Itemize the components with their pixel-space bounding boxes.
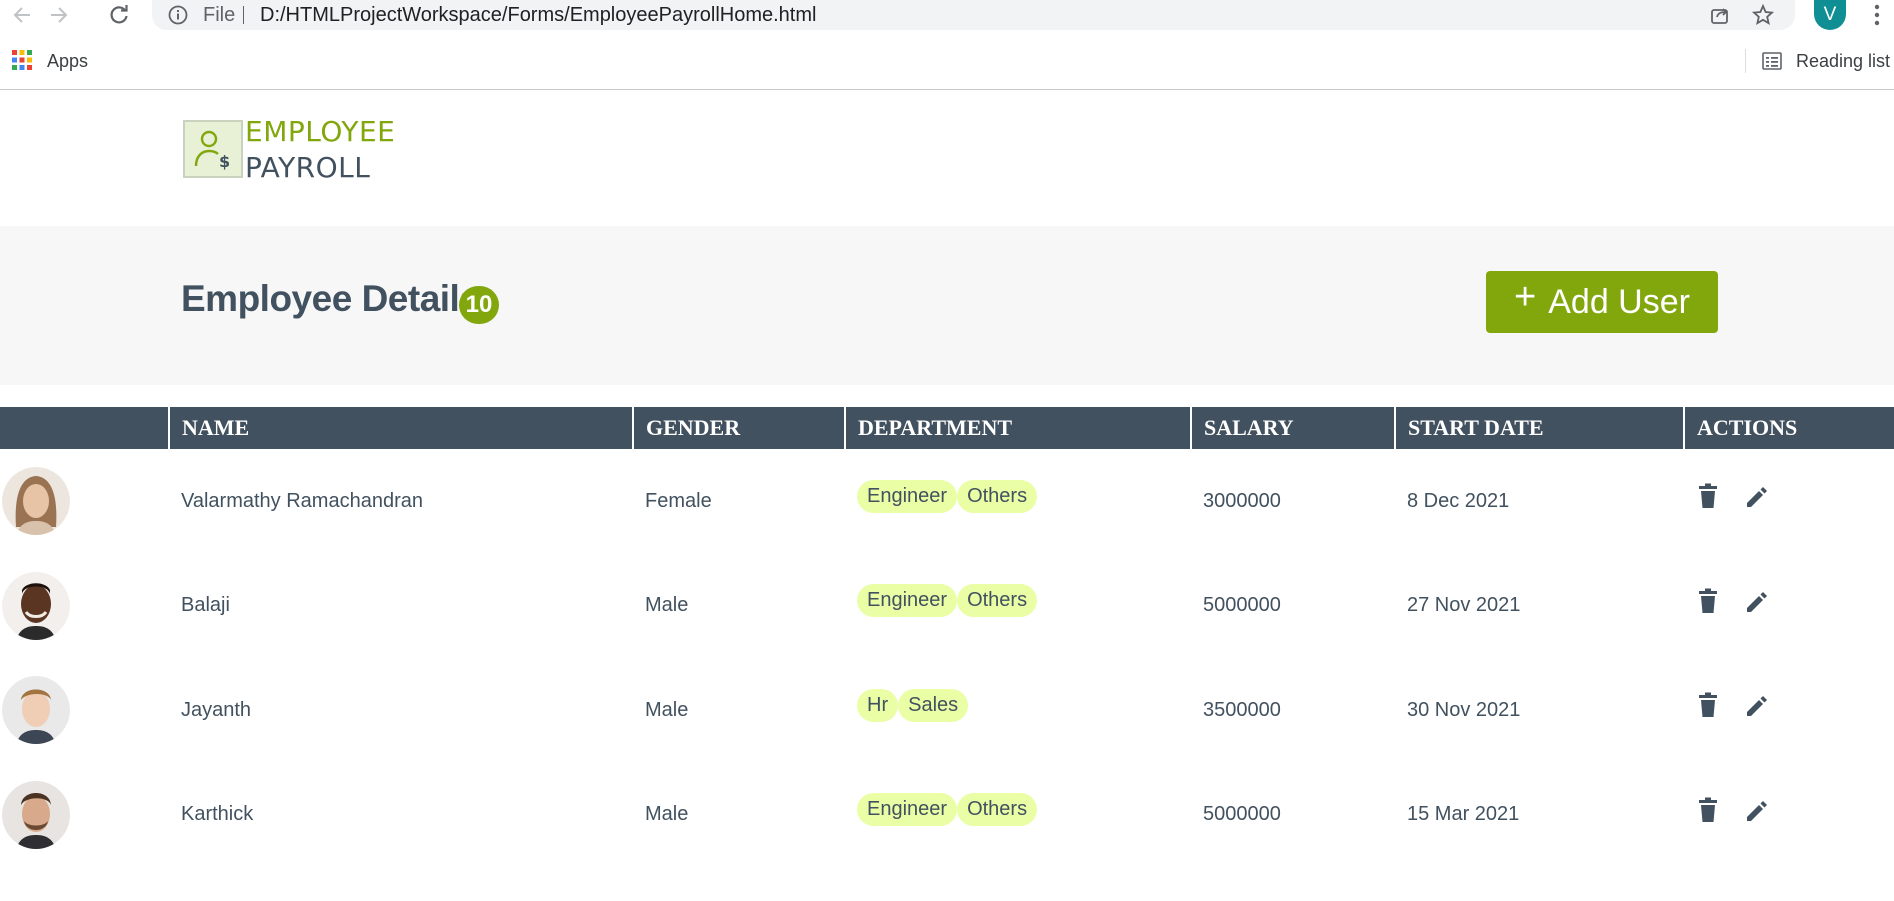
employee-name: Jayanth xyxy=(181,698,252,721)
add-user-button[interactable]: + Add User xyxy=(1486,271,1718,333)
menu-kebab-icon[interactable] xyxy=(1870,3,1884,27)
delete-icon[interactable] xyxy=(1696,692,1720,718)
employee-salary: 5000000 xyxy=(1203,594,1281,617)
avatar xyxy=(2,780,70,849)
department-chip: Others xyxy=(957,793,1038,827)
delete-icon[interactable] xyxy=(1696,588,1720,614)
avatar-cell xyxy=(0,449,169,554)
employee-table-container: NAME GENDER DEPARTMENT SALARY START DATE… xyxy=(0,407,1894,867)
employee-count-badge: 10 xyxy=(459,286,499,324)
column-header-department: DEPARTMENT xyxy=(844,407,1191,449)
table-row: Jayanth Male Hr Sales 3500000 30 Nov 202… xyxy=(0,658,1894,763)
column-header-salary: SALARY xyxy=(1190,407,1395,449)
table-row: Balaji Male Engineer Others 5000000 27 N… xyxy=(0,554,1894,659)
employee-start-date: 27 Nov 2021 xyxy=(1407,594,1521,617)
column-header-actions: ACTIONS xyxy=(1683,407,1894,449)
share-icon[interactable] xyxy=(1709,4,1731,26)
avatar xyxy=(2,571,70,640)
employee-salary: 3000000 xyxy=(1203,489,1281,512)
avatar-cell xyxy=(0,658,169,763)
apps-bookmark[interactable]: Apps xyxy=(47,51,88,72)
back-arrow-icon[interactable] xyxy=(9,2,35,28)
employee-name: Karthick xyxy=(181,803,254,826)
employee-name: Balaji xyxy=(181,594,230,617)
apps-grid-icon[interactable] xyxy=(12,50,32,70)
logo-line-employee: EMPLOYEE xyxy=(245,115,396,148)
column-header-name: NAME xyxy=(168,407,633,449)
avatar xyxy=(2,676,70,745)
employee-gender: Male xyxy=(645,803,689,826)
actions-cell xyxy=(1684,554,1894,659)
edit-icon[interactable] xyxy=(1744,692,1768,718)
department-cell: Engineer Others xyxy=(845,763,1191,868)
department-cell: Hr Sales xyxy=(845,658,1191,763)
logo-line-payroll: PAYROLL xyxy=(245,151,371,184)
delete-icon[interactable] xyxy=(1696,797,1720,823)
table-row: Karthick Male Engineer Others 5000000 15… xyxy=(0,763,1894,868)
department-chip: Engineer xyxy=(857,479,958,513)
info-icon[interactable] xyxy=(168,5,188,25)
department-chip: Others xyxy=(957,479,1038,513)
profile-avatar[interactable]: V xyxy=(1814,0,1846,30)
title-band: Employee Details 10 + Add User xyxy=(0,226,1894,385)
employee-gender: Female xyxy=(645,489,712,512)
bookmarks-divider xyxy=(1745,49,1746,73)
avatar-cell xyxy=(0,554,169,659)
forward-arrow-icon[interactable] xyxy=(46,2,72,28)
reload-icon[interactable] xyxy=(106,2,132,28)
column-header-gender: GENDER xyxy=(632,407,845,449)
employee-salary: 5000000 xyxy=(1203,803,1281,826)
avatar-cell xyxy=(0,763,169,868)
url-text[interactable]: D:/HTMLProjectWorkspace/Forms/EmployeePa… xyxy=(260,4,816,27)
employee-gender: Male xyxy=(645,698,689,721)
department-chip: Engineer xyxy=(857,584,958,618)
edit-icon[interactable] xyxy=(1744,483,1768,509)
delete-icon[interactable] xyxy=(1696,483,1720,509)
actions-cell xyxy=(1684,763,1894,868)
employee-salary: 3500000 xyxy=(1203,698,1281,721)
svg-text:$: $ xyxy=(219,152,230,171)
bookmarks-bar: Apps Reading list xyxy=(0,30,1894,90)
employee-start-date: 8 Dec 2021 xyxy=(1407,489,1510,512)
browser-toolbar: File D:/HTMLProjectWorkspace/Forms/Emplo… xyxy=(0,0,1894,30)
address-divider xyxy=(243,6,244,24)
actions-cell xyxy=(1684,449,1894,554)
payroll-logo-icon: $ xyxy=(183,120,243,178)
avatar xyxy=(2,467,70,536)
page-title: Employee Details xyxy=(181,278,480,319)
logo-text: EMPLOYEE PAYROLL xyxy=(245,114,395,186)
table-header-row: NAME GENDER DEPARTMENT SALARY START DATE… xyxy=(0,407,1894,449)
file-scheme-label: File xyxy=(203,4,236,26)
employee-start-date: 15 Mar 2021 xyxy=(1407,803,1520,826)
employee-table: NAME GENDER DEPARTMENT SALARY START DATE… xyxy=(0,407,1894,867)
department-chip: Others xyxy=(957,584,1038,618)
table-row: Valarmathy Ramachandran Female Engineer … xyxy=(0,449,1894,554)
department-chip: Sales xyxy=(898,688,969,722)
department-chip: Engineer xyxy=(857,793,958,827)
add-user-label: Add User xyxy=(1548,282,1690,321)
reading-list-button[interactable]: Reading list xyxy=(1796,51,1890,72)
employee-name: Valarmathy Ramachandran xyxy=(181,489,423,512)
column-header-start-date: START DATE xyxy=(1394,407,1684,449)
edit-icon[interactable] xyxy=(1744,797,1768,823)
department-chip: Hr xyxy=(857,688,899,722)
department-cell: Engineer Others xyxy=(845,449,1191,554)
column-header-avatar xyxy=(0,407,169,449)
department-cell: Engineer Others xyxy=(845,554,1191,659)
address-bar[interactable]: File D:/HTMLProjectWorkspace/Forms/Emplo… xyxy=(152,0,1795,30)
star-icon[interactable] xyxy=(1751,3,1775,26)
employee-gender: Male xyxy=(645,594,689,617)
employee-start-date: 30 Nov 2021 xyxy=(1407,698,1521,721)
actions-cell xyxy=(1684,658,1894,763)
app-header: $ EMPLOYEE PAYROLL xyxy=(0,91,1894,226)
reading-list-icon[interactable] xyxy=(1762,51,1782,71)
edit-icon[interactable] xyxy=(1744,588,1768,614)
plus-icon: + xyxy=(1514,276,1537,318)
